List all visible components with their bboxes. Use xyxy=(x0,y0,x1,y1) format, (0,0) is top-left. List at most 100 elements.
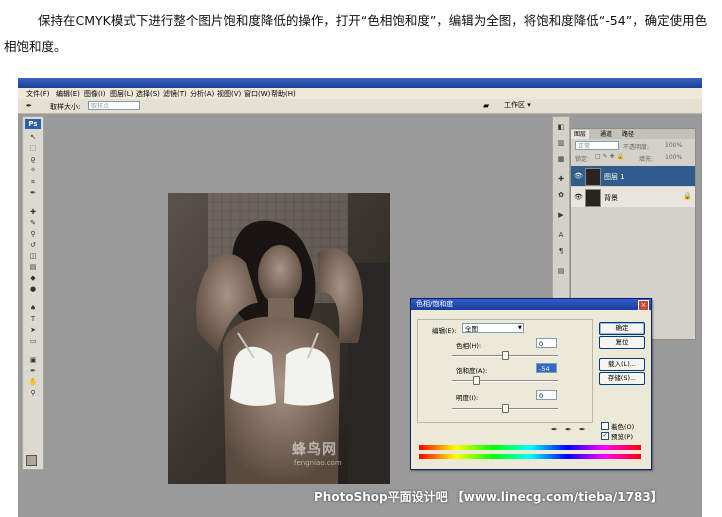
options-bar: ✒ 取样大小: 取样点 ▰ 工作区 ▾ xyxy=(18,99,702,114)
colorize-checkbox[interactable] xyxy=(601,422,609,430)
layers-panel-tabs: 图层 通道 路径 xyxy=(571,129,695,139)
workspace-button[interactable]: 工作区 ▾ xyxy=(504,100,531,111)
adjust-group: 编辑(E): 全图 ▼ 色相(H): 0 饱和度(A): -54 明度(I): … xyxy=(417,319,593,423)
eraser-tool-icon[interactable]: ◫ xyxy=(28,253,38,260)
sample-size-label: 取样大小: xyxy=(50,103,81,111)
preview-checkbox[interactable]: ✓ xyxy=(601,432,609,440)
zoom-tool-icon[interactable]: ⚲ xyxy=(28,390,38,397)
menu-layer[interactable]: 图层(L) xyxy=(110,89,133,99)
eyedropper-minus-icon[interactable]: ✒ xyxy=(579,425,586,434)
saturation-label: 饱和度(A): xyxy=(456,367,488,375)
foreground-color-swatch[interactable] xyxy=(26,455,37,466)
toolbox: Ps ↖ ⬚ ϱ ✧ ⌗ ✒ ✚ ✎ ⚲ ↺ ◫ ▤ ◆ ● ♠ T ➤ ▭ ▣… xyxy=(22,116,44,470)
hand-tool-icon[interactable]: ✋ xyxy=(28,379,38,386)
magic-wand-icon[interactable]: ✧ xyxy=(28,167,38,174)
lock-row: 锁定: □ ✎ ✚ 🔒 填充: 100% xyxy=(571,153,695,164)
edit-select[interactable]: 全图 xyxy=(462,323,524,333)
footer-watermark: PhotoShop平面设计吧 【www.linecg.com/tieba/178… xyxy=(314,490,663,504)
pen-tool-icon[interactable]: ♠ xyxy=(28,305,38,312)
close-icon[interactable]: × xyxy=(638,300,649,311)
eyedropper2-icon[interactable]: ✒ xyxy=(28,368,38,375)
layer-row-background[interactable]: 👁 背景 🔒 xyxy=(571,187,695,207)
tab-paths[interactable]: 路径 xyxy=(619,130,637,139)
tab-layers[interactable]: 图层 xyxy=(571,130,590,139)
load-button[interactable]: 载入(L)... xyxy=(599,358,645,371)
heal-tool-icon[interactable]: ✚ xyxy=(28,209,38,216)
panel-dock-strip: ◧ ▥ ▦ ✚ ✿ ▶ A ¶ ▤ xyxy=(552,116,570,318)
paragraph-icon[interactable]: ¶ xyxy=(556,247,566,256)
menu-select[interactable]: 选择(S) xyxy=(136,89,160,99)
blur-tool-icon[interactable]: ◆ xyxy=(28,275,38,282)
document-canvas[interactable]: 蜂鸟网 fengniao.com xyxy=(168,193,390,484)
shape-tool-icon[interactable]: ▭ xyxy=(28,338,38,345)
colorize-label: 着色(O) xyxy=(611,423,635,431)
hue-saturation-dialog: 色相/饱和度 × 编辑(E): 全图 ▼ 色相(H): 0 饱和度(A): -5… xyxy=(410,298,652,470)
reset-button[interactable]: 复位 xyxy=(599,336,645,349)
layer-name: 图层 1 xyxy=(604,173,625,181)
character-icon[interactable]: A xyxy=(556,231,566,240)
navigator-icon[interactable]: ◧ xyxy=(556,123,566,132)
lock-icons[interactable]: □ ✎ ✚ 🔒 xyxy=(595,153,624,160)
history-brush-icon[interactable]: ↺ xyxy=(28,242,38,249)
hue-input[interactable]: 0 xyxy=(536,338,557,348)
menu-edit[interactable]: 编辑(E) xyxy=(56,89,80,99)
crop-tool-icon[interactable]: ⌗ xyxy=(28,179,38,186)
eye-icon[interactable]: 👁 xyxy=(574,193,583,201)
info-icon[interactable]: ▦ xyxy=(556,155,566,164)
tab-channels[interactable]: 通道 xyxy=(597,130,615,139)
move-tool-icon[interactable]: ↖ xyxy=(28,134,38,141)
dialog-title-bar: 色相/饱和度 × xyxy=(411,299,651,311)
marquee-tool-icon[interactable]: ⬚ xyxy=(28,145,38,152)
menu-view[interactable]: 视图(V) xyxy=(217,89,241,99)
menu-window[interactable]: 窗口(W) xyxy=(244,89,270,99)
sample-size-select[interactable]: 取样点 xyxy=(88,101,140,110)
layer-thumbnail xyxy=(585,189,601,207)
color-bar-top xyxy=(419,445,641,450)
save-button[interactable]: 存储(S)... xyxy=(599,372,645,385)
saturation-input[interactable]: -54 xyxy=(536,363,557,373)
menu-analysis[interactable]: 分析(A) xyxy=(190,89,214,99)
actions-icon[interactable]: ▶ xyxy=(556,211,566,220)
eyedropper-plus-icon[interactable]: ✒ xyxy=(565,425,572,434)
layer-comps-icon[interactable]: ▤ xyxy=(556,267,566,276)
eyedropper-icon[interactable]: ✒ xyxy=(551,425,558,434)
model-photo xyxy=(168,193,390,484)
chevron-down-icon[interactable]: ▼ xyxy=(518,325,522,331)
app-title-bar xyxy=(18,78,702,88)
opacity-label: 不透明度: xyxy=(623,144,650,151)
fill-value[interactable]: 100% xyxy=(665,154,682,161)
intro-paragraph: 保持在CMYK模式下进行整个图片饱和度降低的操作，打开“色相饱和度”，编辑为全图… xyxy=(4,13,708,54)
lightness-input[interactable]: 0 xyxy=(536,390,557,400)
menu-filter[interactable]: 滤镜(T) xyxy=(163,89,187,99)
layer-thumbnail xyxy=(585,168,601,186)
blend-mode-select[interactable]: 正常 xyxy=(575,141,619,150)
lightness-slider-thumb[interactable] xyxy=(502,404,509,413)
eyedropper-icon[interactable]: ✒ xyxy=(26,102,32,110)
brushes-icon[interactable]: ✿ xyxy=(556,191,566,200)
eyedropper-tool-icon[interactable]: ✒ xyxy=(28,190,38,197)
type-tool-icon[interactable]: T xyxy=(28,316,38,323)
color-bar-bottom xyxy=(419,454,641,459)
ok-button[interactable]: 确定 xyxy=(599,322,645,335)
brush-tool-icon[interactable]: ✎ xyxy=(28,220,38,227)
tools-preset-icon[interactable]: ✚ xyxy=(556,175,566,184)
opacity-value[interactable]: 100% xyxy=(665,142,682,149)
edit-label: 编辑(E): xyxy=(432,327,457,335)
hue-slider-thumb[interactable] xyxy=(502,351,509,360)
histogram-icon[interactable]: ▥ xyxy=(556,139,566,148)
menu-help[interactable]: 帮助(H) xyxy=(271,89,296,99)
ps-logo: Ps xyxy=(25,119,41,129)
lock-label: 锁定: xyxy=(575,156,590,163)
eye-icon[interactable]: 👁 xyxy=(574,172,583,180)
path-select-icon[interactable]: ➤ xyxy=(28,327,38,334)
layer-row-1[interactable]: 👁 图层 1 xyxy=(571,166,695,186)
dodge-tool-icon[interactable]: ● xyxy=(28,286,38,293)
menu-file[interactable]: 文件(F) xyxy=(26,89,50,99)
lasso-tool-icon[interactable]: ϱ xyxy=(28,156,38,163)
notes-tool-icon[interactable]: ▣ xyxy=(28,357,38,364)
saturation-slider-thumb[interactable] xyxy=(473,376,481,385)
menu-image[interactable]: 图像(I) xyxy=(84,89,106,99)
bridge-icon[interactable]: ▰ xyxy=(483,101,489,110)
stamp-tool-icon[interactable]: ⚲ xyxy=(28,231,38,238)
gradient-tool-icon[interactable]: ▤ xyxy=(28,264,38,271)
